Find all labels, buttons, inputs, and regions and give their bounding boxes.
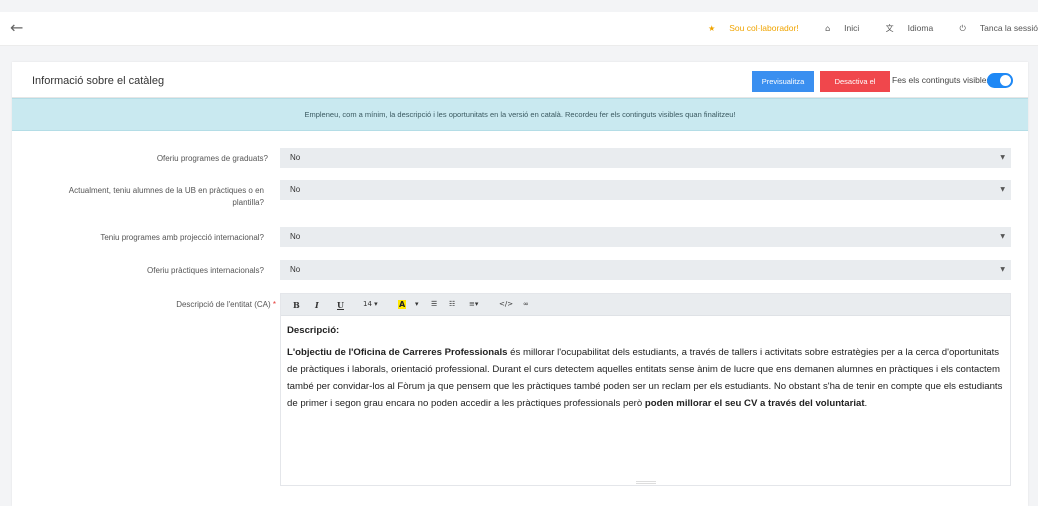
back-arrow-icon[interactable]: ← bbox=[10, 18, 23, 37]
paragraph-bold-end: poden millorar el seu CV a través del vo… bbox=[644, 398, 865, 409]
visible-toggle-label: Fes els continguts visibles bbox=[892, 75, 991, 85]
ub-students-select[interactable]: No ▼ bbox=[280, 180, 1011, 200]
international-programs-select[interactable]: No ▼ bbox=[280, 227, 1011, 247]
collaborator-link[interactable]: ★ Sou col·laborador! bbox=[696, 23, 799, 33]
paragraph-align-icon[interactable]: ≡▾ bbox=[469, 300, 478, 308]
code-view-icon[interactable]: </> bbox=[499, 300, 513, 308]
link-icon[interactable]: ∞ bbox=[523, 300, 529, 308]
top-navbar: ← ★ Sou col·laborador! ⌂ Inici 文 Idioma ⏻ Ta… bbox=[0, 12, 1038, 46]
collaborator-label: Sou col·laborador! bbox=[729, 23, 799, 33]
international-internships-value: No bbox=[290, 265, 301, 274]
international-internships-select[interactable]: No ▼ bbox=[280, 260, 1011, 280]
unordered-list-icon[interactable]: ☰ bbox=[431, 300, 437, 308]
graduate-programs-value: No bbox=[290, 153, 301, 162]
ub-students-value: No bbox=[290, 185, 301, 194]
power-icon: ⏻ bbox=[959, 24, 966, 33]
ub-students-label: Actualment, teniu alumnes de la UB en pr… bbox=[12, 185, 264, 209]
entity-description-label: Descripció de l'entitat (CA) * bbox=[12, 299, 276, 311]
language-label: Idioma bbox=[907, 23, 934, 33]
info-banner: Empleneu, com a mínim, la descripció i l… bbox=[12, 98, 1028, 131]
ub-students-label-line2: plantilla? bbox=[232, 198, 264, 207]
description-heading: Descripció: bbox=[287, 325, 340, 336]
editor-toolbar: B I U 14 ▾ A ▾ ☰ ☷ ≡▾ </> ∞ bbox=[281, 294, 1010, 316]
disable-catalog-button[interactable]: Desactiva el catàleg bbox=[820, 71, 890, 107]
logout-link[interactable]: ⏻ Tanca la sessió bbox=[948, 23, 1038, 33]
graduate-programs-label: Oferiu programes de graduats? bbox=[156, 154, 268, 163]
caret-down-icon: ▼ bbox=[1000, 186, 1005, 193]
description-paragraph: L'objectiu de l'Oficina de Carreres Prof… bbox=[287, 344, 1004, 412]
card-header: Informació sobre el catàleg Previsualitz… bbox=[12, 62, 1028, 107]
description-editor[interactable]: B I U 14 ▾ A ▾ ☰ ☷ ≡▾ </> ∞ Descripció: … bbox=[280, 293, 1011, 486]
visible-toggle[interactable] bbox=[987, 73, 1013, 88]
font-size-dropdown[interactable]: 14 ▾ bbox=[363, 300, 378, 308]
color-dropdown-icon[interactable]: ▾ bbox=[415, 300, 419, 308]
home-label: Inici bbox=[844, 23, 860, 33]
ub-students-label-line1: Actualment, teniu alumnes de la UB en pr… bbox=[68, 186, 264, 195]
ordered-list-icon[interactable]: ☷ bbox=[449, 300, 455, 308]
paragraph-bold-start: L'objectiu de l'Oficina de Carreres Prof… bbox=[287, 347, 508, 358]
language-link[interactable]: 文 Idioma bbox=[874, 23, 934, 33]
logout-label: Tanca la sessió bbox=[979, 23, 1038, 33]
translate-icon: 文 bbox=[885, 24, 894, 33]
home-icon: ⌂ bbox=[825, 24, 831, 33]
international-programs-label: Teniu programes amb projecció internacio… bbox=[100, 233, 264, 242]
bold-button[interactable]: B bbox=[293, 300, 300, 310]
card-title: Informació sobre el catàleg bbox=[32, 75, 165, 87]
home-link[interactable]: ⌂ Inici bbox=[813, 23, 859, 33]
entity-description-label-text: Descripció de l'entitat (CA) bbox=[176, 300, 271, 309]
paragraph-end: . bbox=[864, 398, 868, 409]
caret-down-icon: ▼ bbox=[1000, 266, 1005, 273]
required-mark: * bbox=[272, 300, 276, 309]
top-nav-links: ★ Sou col·laborador! ⌂ Inici 文 Idioma ⏻ Tanc… bbox=[684, 23, 1038, 34]
graduate-programs-select[interactable]: No ▼ bbox=[280, 148, 1011, 168]
editor-resize-handle[interactable] bbox=[636, 481, 656, 484]
text-color-button[interactable]: A bbox=[398, 300, 407, 309]
caret-down-icon: ▼ bbox=[1000, 233, 1005, 240]
international-internships-label: Oferiu pràctiques internacionals? bbox=[147, 266, 264, 275]
preview-button[interactable]: Previsualitza bbox=[752, 71, 814, 92]
caret-down-icon: ▼ bbox=[1000, 154, 1005, 161]
font-size-value: 14 bbox=[363, 300, 372, 308]
italic-button[interactable]: I bbox=[315, 300, 319, 310]
star-icon: ★ bbox=[708, 24, 716, 33]
underline-button[interactable]: U bbox=[337, 300, 344, 310]
editor-content[interactable]: Descripció: L'objectiu de l'Oficina de C… bbox=[281, 316, 1010, 418]
toggle-knob bbox=[1000, 75, 1011, 86]
catalog-info-card: Informació sobre el catàleg Previsualitz… bbox=[12, 62, 1028, 506]
international-programs-value: No bbox=[290, 232, 301, 241]
